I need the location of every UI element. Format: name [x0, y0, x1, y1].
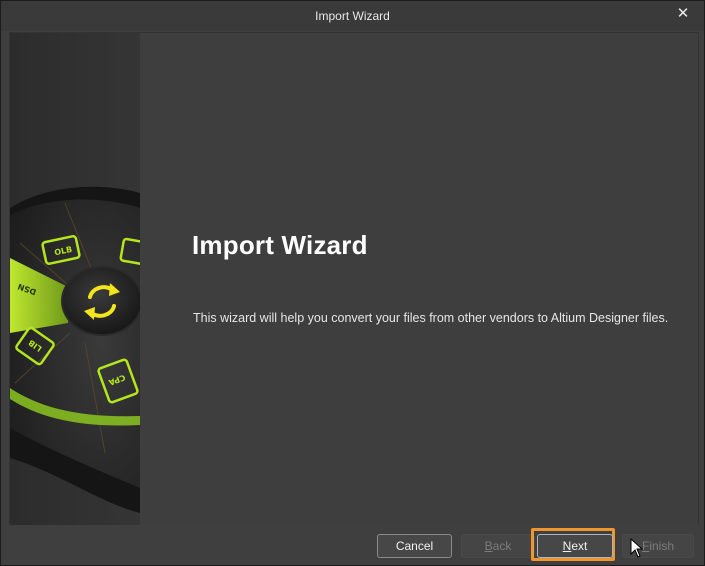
page-title: Import Wizard [192, 230, 368, 260]
back-button[interactable]: Back [461, 534, 535, 558]
title-bar[interactable]: Import Wizard ✕ [1, 1, 704, 31]
description-text: This wizard will help you convert your f… [193, 311, 669, 325]
wizard-content: OLB LIB CPA DSN Import Wizard This wizar… [9, 32, 699, 526]
import-wizard-window: Import Wizard ✕ OLB LIB CPA DSN Import W… [0, 0, 705, 566]
next-button[interactable]: Next [537, 534, 613, 558]
window-title: Import Wizard [315, 9, 390, 23]
next-label-rest: ext [571, 539, 588, 553]
back-label-rest: ack [492, 539, 512, 553]
back-mnemonic: B [484, 539, 493, 553]
cancel-button[interactable]: Cancel [377, 534, 452, 558]
finish-label-rest: inish [649, 539, 675, 553]
side-artwork: OLB LIB CPA DSN [10, 33, 140, 525]
main-pane: Import Wizard This wizard will help you … [140, 33, 698, 525]
wizard-artwork-image: OLB LIB CPA DSN [10, 33, 140, 525]
mouse-cursor-icon [630, 538, 644, 558]
close-icon[interactable]: ✕ [672, 4, 694, 24]
button-bar: Cancel Back Next Finish [1, 525, 704, 565]
